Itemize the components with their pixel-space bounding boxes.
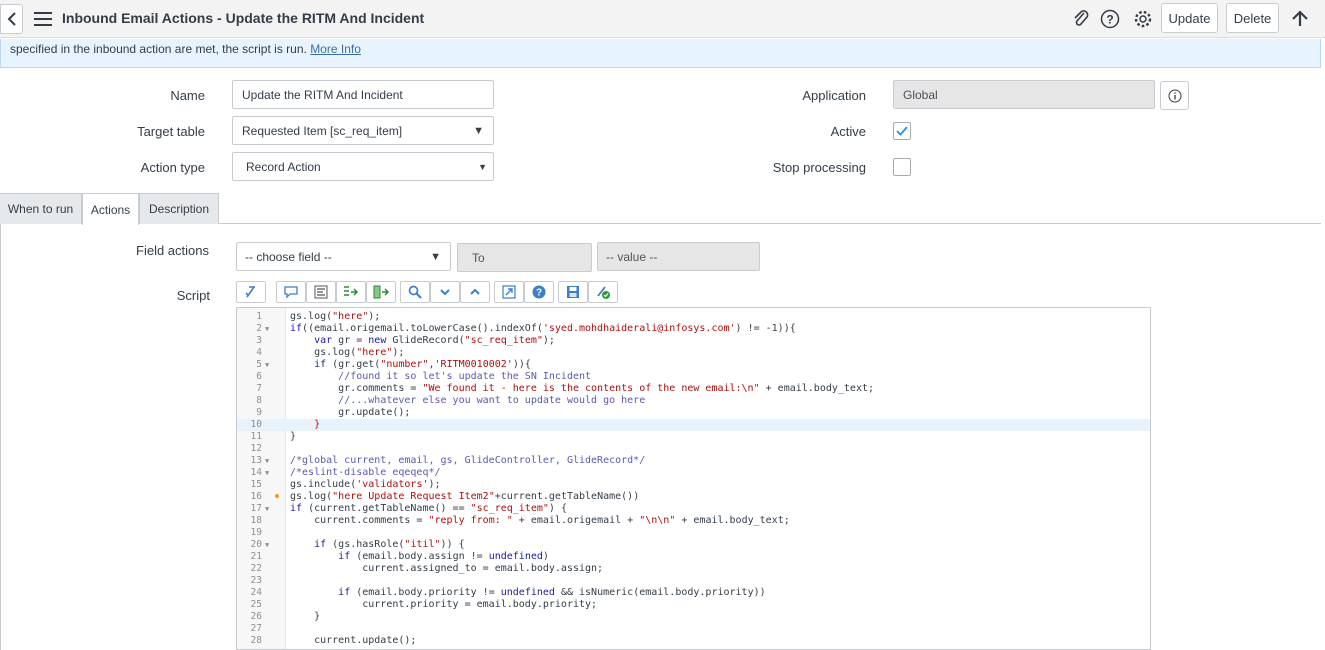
code-line: 7 gr.comments = "We found it - here is t… — [256, 383, 874, 394]
caret-down-icon: ▼ — [430, 251, 441, 263]
application-label: Application — [802, 88, 866, 103]
action-type-select[interactable]: Record Action ▼ — [232, 152, 494, 181]
gear-icon[interactable] — [1133, 9, 1153, 29]
code-line: 17 ▼ if (current.getTableName() == "sc_req… — [250, 503, 567, 514]
svg-text:?: ? — [536, 288, 542, 299]
code-line: 26 } — [250, 611, 321, 622]
value-field[interactable]: -- value -- — [597, 242, 760, 271]
delete-button[interactable]: Delete — [1226, 3, 1279, 33]
active-label: Active — [830, 124, 866, 139]
syntax-check-icon[interactable] — [588, 281, 618, 303]
code-line: 8 //...whatever else you want to update … — [256, 395, 646, 406]
attachment-icon[interactable] — [1071, 9, 1091, 29]
warning-marker-icon — [275, 494, 279, 498]
update-button[interactable]: Update — [1161, 3, 1218, 33]
help-icon[interactable]: ? — [524, 281, 554, 303]
form-header: Inbound Email Actions - Update the RITM … — [0, 0, 1325, 38]
name-label: Name — [170, 88, 205, 103]
active-checkbox[interactable] — [893, 122, 911, 140]
align-icon[interactable] — [306, 281, 336, 303]
comment-icon[interactable] — [276, 281, 306, 303]
code-line: 27 — [250, 623, 262, 634]
save-icon[interactable] — [558, 281, 588, 303]
menu-icon[interactable] — [34, 12, 52, 26]
code-line: 4 gs.log("here"); — [256, 347, 405, 358]
code-line: 2 ▼ if((email.origemail.toLowerCase().inde… — [256, 323, 796, 334]
name-field[interactable]: Update the RITM And Incident — [232, 80, 494, 109]
code-line: 15 gs.include('validators'); — [250, 479, 441, 490]
tab-bar: When to run Actions Description — [0, 193, 1325, 225]
checkmark-icon — [896, 126, 908, 136]
script-label: Script — [176, 288, 210, 303]
code-line: 5 ▼ if (gr.get("number",'RITM0010002')){ — [256, 359, 531, 370]
code-line: 28 current.update(); — [250, 635, 417, 646]
help-icon[interactable]: ? — [1100, 9, 1120, 29]
code-line: 13 ▼/*global current, email, gs, GlideCon… — [250, 455, 646, 466]
code-line-active: 10 } — [237, 419, 1150, 431]
page-title: Inbound Email Actions - Update the RITM … — [62, 10, 425, 26]
fullscreen-icon[interactable] — [494, 281, 524, 303]
target-table-label: Target table — [137, 124, 205, 139]
target-table-select[interactable]: Requested Item [sc_req_item] ▼ — [232, 116, 494, 145]
to-field: To — [457, 243, 592, 272]
code-line: 9 gr.update(); — [256, 407, 411, 418]
info-banner: specified in the inbound action are met,… — [0, 39, 1321, 68]
code-line: 24 if (email.body.priority != undefined … — [250, 587, 766, 598]
caret-down-icon: ▼ — [478, 162, 487, 172]
chevron-left-icon — [7, 12, 16, 26]
tab-description[interactable]: Description — [139, 193, 219, 224]
stop-processing-checkbox[interactable] — [893, 158, 911, 176]
code-line: 1 gs.log("here"); — [256, 311, 381, 322]
code-line: 22 current.assigned_to = email.body.assi… — [250, 563, 604, 574]
choose-field-select[interactable]: -- choose field -- ▼ — [236, 242, 451, 271]
search-icon[interactable] — [400, 281, 430, 303]
tab-when-to-run[interactable]: When to run — [0, 193, 82, 224]
banner-text: specified in the inbound action are met,… — [10, 42, 307, 56]
info-button[interactable] — [1160, 81, 1189, 110]
back-button[interactable] — [0, 4, 23, 34]
application-field: Global — [893, 80, 1155, 109]
action-type-value: Record Action — [246, 160, 321, 174]
code-line: 16 gs.log("here Update Request Item2"+cur… — [250, 491, 640, 502]
caret-down-icon: ▼ — [473, 125, 484, 137]
svg-text:?: ? — [1106, 13, 1113, 27]
choose-field-value: -- choose field -- — [245, 250, 332, 264]
arrow-up-icon[interactable] — [1290, 9, 1310, 29]
page-scrollbar[interactable] — [1321, 39, 1325, 650]
find-replace-icon[interactable] — [336, 281, 366, 303]
more-info-link[interactable]: More Info — [310, 42, 361, 56]
info-icon — [1168, 89, 1181, 102]
code-line: 19 — [250, 527, 262, 538]
code-line: 25 current.priority = email.body.priorit… — [250, 599, 598, 610]
code-line: 23 — [250, 575, 262, 586]
code-line: 18 current.comments = "reply from: " + e… — [250, 515, 790, 526]
field-actions-label: Field actions — [136, 243, 209, 258]
fold-down-icon[interactable] — [430, 281, 460, 303]
code-line: 21 if (email.body.assign != undefined) — [250, 551, 549, 562]
action-type-label: Action type — [140, 160, 205, 175]
replace-all-icon[interactable] — [366, 281, 396, 303]
code-line: 14 ▼/*eslint-disable eqeqeq*/ — [250, 467, 441, 478]
format-icon[interactable] — [236, 281, 266, 303]
script-editor[interactable]: 1 gs.log("here"); 2 ▼ if((email.origemail.t… — [236, 307, 1151, 650]
code-line: 20 ▼ if (gs.hasRole("itil")) { — [250, 539, 465, 550]
code-line: 12 — [250, 443, 262, 454]
target-table-value: Requested Item [sc_req_item] — [242, 124, 403, 138]
fold-up-icon[interactable] — [460, 281, 490, 303]
code-line: 6 //found it so let's update the SN Inci… — [256, 371, 592, 382]
tab-actions[interactable]: Actions — [82, 193, 139, 225]
stop-processing-label: Stop processing — [772, 160, 866, 175]
code-line: 3 var gr = new GlideRecord("sc_req_item"… — [256, 335, 555, 346]
code-line: 11} — [250, 431, 297, 442]
